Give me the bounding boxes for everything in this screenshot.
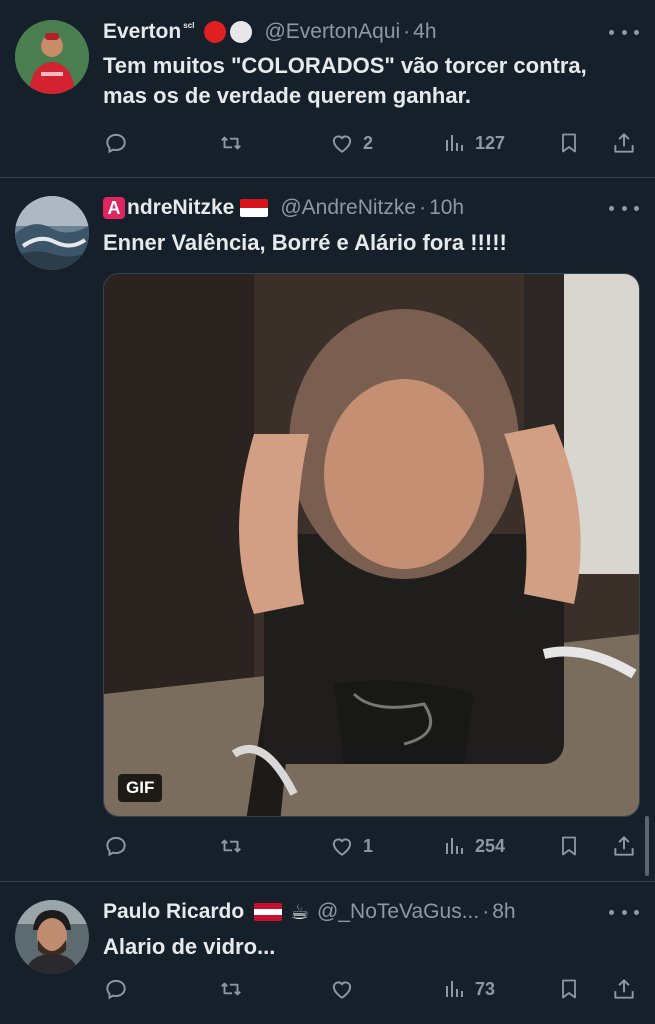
red-circle-icon [204,21,227,43]
avatar-image [15,196,89,270]
like-count: 1 [363,835,374,856]
avatar[interactable] [15,20,89,94]
timestamp[interactable]: 4h [413,20,436,44]
flag-icon [240,199,269,217]
tweet-text: Tem muitos "COLORADOS" vão torcer contra… [103,53,587,108]
tweet-text: Enner Valência, Borré e Alário fora !!!!… [103,230,507,255]
retweet-button[interactable] [217,128,245,158]
reply-button[interactable] [103,128,129,158]
more-icon[interactable] [609,20,639,44]
tweet-2[interactable]: A ndreNitzke @AndreNitzke · 10h Enner Va… [0,178,655,880]
heart-icon [332,981,352,999]
author-handle[interactable]: @_NoTeVaGus... [317,900,479,924]
share-button[interactable] [611,831,637,861]
tweet-actions: 1 254 [103,831,640,861]
author-name[interactable]: ndreNitzke [127,196,234,220]
views-button[interactable]: 73 [443,974,495,1004]
share-icon [614,836,634,856]
tweet-actions: 2 127 [103,128,640,158]
retweet-button[interactable] [217,831,245,861]
like-button[interactable] [329,974,355,1004]
views-icon [446,981,463,997]
share-button[interactable] [611,974,637,1004]
retweet-button[interactable] [217,974,245,1004]
tweet-text: Alario de vidro... [103,934,276,959]
views-button[interactable]: 254 [443,831,505,861]
views-button[interactable]: 127 [443,128,505,158]
avatar-image [15,20,89,94]
view-count: 254 [475,835,506,856]
scrollbar[interactable] [645,816,649,876]
share-button[interactable] [611,128,637,158]
share-icon [614,979,634,999]
author-name[interactable]: Paulo Ricardo [103,900,244,924]
coffee-emoji: ☕ [290,900,310,924]
tweet-header: Everton ˢᶜᴵ @EvertonAqui · 4h [103,17,595,47]
more-icon[interactable] [609,900,639,924]
heart-icon [332,838,352,856]
tweet-header: A ndreNitzke @AndreNitzke · 10h [103,193,595,223]
view-count: 127 [475,132,506,153]
separator-dot: · [403,20,411,43]
separator-dot: · [419,196,427,219]
separator-dot: · [482,900,490,923]
tweet-1[interactable]: Everton ˢᶜᴵ @EvertonAqui · 4h Tem muitos… [0,0,655,176]
author-name[interactable]: Everton [103,20,181,44]
reply-button[interactable] [103,831,129,861]
white-circle-icon [230,21,253,43]
reply-icon [106,979,126,1000]
retweet-icon [221,982,241,996]
bookmark-icon [562,836,576,856]
share-icon [614,133,634,153]
author-handle[interactable]: @AndreNitzke [280,196,416,220]
avatar[interactable] [15,900,89,974]
emoji-red-white [204,21,253,43]
views-icon [446,838,463,854]
gif-media[interactable]: GIF [103,273,640,817]
reply-button[interactable] [103,974,129,1004]
timestamp[interactable]: 8h [492,900,515,924]
tweet-header: Paulo Ricardo ☕ @_NoTeVaGus... · 8h [103,897,595,927]
author-name-suffix: ˢᶜᴵ [183,20,195,34]
like-button[interactable]: 1 [329,831,373,861]
views-icon [446,135,463,151]
tweet-3[interactable]: Paulo Ricardo ☕ @_NoTeVaGus... · 8h Alar… [0,882,655,1024]
gif-image [104,274,639,816]
tweet-actions: 73 [103,974,640,1004]
reply-icon [106,836,126,857]
a-button-emoji: A [103,197,125,219]
more-icon[interactable] [609,196,639,220]
gif-label: GIF [118,774,163,802]
avatar-image [15,900,89,974]
bookmark-button[interactable] [557,974,581,1004]
retweet-icon [221,136,241,150]
bookmark-icon [562,979,576,999]
like-count: 2 [363,132,374,153]
retweet-icon [221,839,241,853]
heart-icon [332,135,352,153]
bookmark-button[interactable] [557,128,581,158]
like-button[interactable]: 2 [329,128,373,158]
author-handle[interactable]: @EvertonAqui [264,20,400,44]
bookmark-button[interactable] [557,831,581,861]
flag-icon [254,903,283,921]
reply-icon [106,133,126,154]
view-count: 73 [475,978,496,999]
timestamp[interactable]: 10h [429,196,464,220]
bookmark-icon [562,133,576,153]
avatar[interactable] [15,196,89,270]
